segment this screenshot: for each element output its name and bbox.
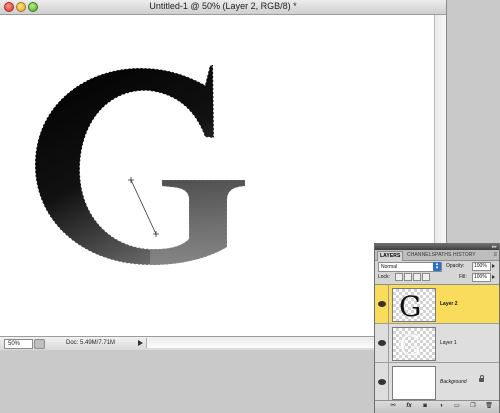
layer-row-background[interactable]: Background xyxy=(375,363,499,402)
gradient-drag-line xyxy=(130,179,157,235)
lock-all-button[interactable] xyxy=(422,273,430,281)
window-titlebar[interactable]: Untitled-1 @ 50% (Layer 2, RGB/8) * xyxy=(0,0,446,15)
lock-position-button[interactable] xyxy=(413,273,421,281)
panel-footer: ⚯ fx ◙ ◑ ▭ ❐ 🗑 xyxy=(375,400,499,413)
opacity-field[interactable]: 100% xyxy=(472,262,491,271)
zoom-level-field[interactable]: 50% xyxy=(4,339,33,349)
window-title: Untitled-1 @ 50% (Layer 2, RGB/8) * xyxy=(149,1,297,11)
fx-icon[interactable]: fx xyxy=(405,403,413,410)
opacity-slider-arrow-icon[interactable] xyxy=(492,264,495,268)
layer-thumbnail: G xyxy=(392,327,436,361)
lock-fill-row: Lock: Fill: 100% xyxy=(375,272,499,282)
visibility-eye-icon[interactable] xyxy=(375,363,389,401)
svg-text:G: G xyxy=(399,329,421,360)
svg-text:G: G xyxy=(399,290,421,321)
trash-icon[interactable]: 🗑 xyxy=(485,403,493,410)
layer-row-layer-2[interactable]: G Layer 2 xyxy=(375,285,499,324)
layer-thumbnail: G xyxy=(392,288,436,322)
layers-list: G Layer 2 G Layer 1 Background xyxy=(375,284,499,402)
status-menu-arrow-icon[interactable] xyxy=(138,340,143,346)
tab-layers[interactable]: LAYERS xyxy=(377,251,404,261)
g-glyph-bar xyxy=(150,180,245,265)
layers-panel: ▸▸ LAYERS CHANNELS PATHS HISTORY ≡ Norma… xyxy=(374,243,500,413)
group-folder-icon[interactable]: ▭ xyxy=(453,403,461,410)
lock-label: Lock: xyxy=(378,274,390,280)
blend-opacity-row: Normal ▴ ▾ Opacity: 100% xyxy=(375,261,499,272)
gradient-end-crosshair xyxy=(153,231,159,237)
letter-g-thumbnail-icon: G xyxy=(399,290,421,321)
fill-field[interactable]: 100% xyxy=(472,273,491,282)
layer-thumbnail xyxy=(392,366,436,400)
tab-history[interactable]: HISTORY xyxy=(451,251,478,260)
layer-name: Background xyxy=(440,379,467,385)
layer-row-layer-1[interactable]: G Layer 1 xyxy=(375,324,499,363)
status-info-icon[interactable] xyxy=(34,339,45,349)
mask-icon[interactable]: ◙ xyxy=(421,403,429,410)
lock-icon xyxy=(479,375,484,382)
lock-transparent-pixels-button[interactable] xyxy=(395,273,403,281)
fill-label: Fill: xyxy=(459,274,467,280)
opacity-label: Opacity: xyxy=(446,263,465,269)
link-icon[interactable]: ⚯ xyxy=(389,403,397,410)
blend-mode-stepper-icon[interactable]: ▴ ▾ xyxy=(433,262,441,271)
visibility-eye-icon[interactable] xyxy=(375,285,389,323)
lock-image-pixels-button[interactable] xyxy=(404,273,412,281)
document-canvas[interactable] xyxy=(0,15,434,336)
layer-name: Layer 1 xyxy=(440,340,457,346)
panel-menu-icon[interactable]: ≡ xyxy=(493,251,497,259)
gradient-start-crosshair xyxy=(128,177,134,183)
letter-g-selection xyxy=(34,64,246,266)
new-layer-icon[interactable]: ❐ xyxy=(469,403,477,410)
letter-g-thumbnail-icon: G xyxy=(399,329,422,360)
fill-slider-arrow-icon[interactable] xyxy=(492,275,495,279)
visibility-eye-icon[interactable] xyxy=(375,324,389,362)
layer-name: Layer 2 xyxy=(440,301,458,307)
adjustment-icon[interactable]: ◑ xyxy=(437,403,445,410)
document-size-info: Doc: 5.49M/7.71M xyxy=(66,340,116,346)
panel-tabs: LAYERS CHANNELS PATHS HISTORY ≡ xyxy=(375,250,499,261)
